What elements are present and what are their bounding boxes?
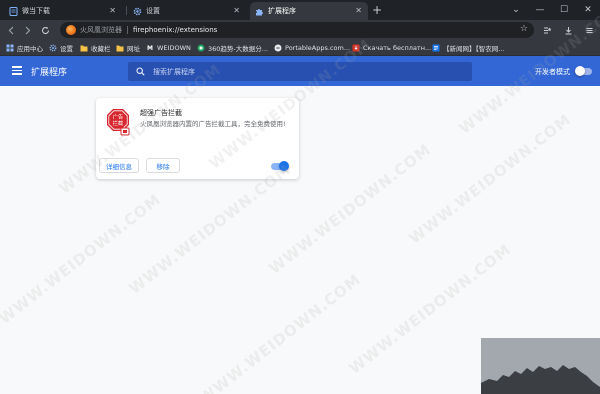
tab-title: 设置 [146,7,160,15]
bookmarks-list-icon[interactable] [540,22,554,38]
address-bar[interactable]: 火风凰浏览器 firephoenix://extensions ☆ [60,22,534,38]
weidown-logo-icon: M [147,44,153,52]
extension-description: 火凤凰浏览器内置的广告拦截工具，完全免费使用! [140,120,286,128]
reload-icon[interactable] [38,22,52,38]
bookmarks-bar: 应用中心 设置 收藏栏 网址 M WEIDOWN 360趋势-大数据分... P… [0,40,600,56]
extension-enable-toggle[interactable] [271,161,289,171]
bookmark-label: 网址 [127,45,140,53]
trend-icon [197,44,205,52]
toggle-knob [575,66,585,76]
bookmark-label: PortableApps.com... [285,44,351,52]
tab-separator [126,6,127,15]
search-box[interactable] [128,62,472,81]
extensions-header: 扩展程序 开发者模式 [0,56,600,86]
bookmark-label: 设置 [60,45,73,53]
extension-name: 超强广告拦截 [140,109,182,117]
bookmark-star-icon[interactable]: ☆ [520,24,528,34]
close-window-icon[interactable]: ✕ [576,0,600,20]
tab-settings[interactable]: 设置 ✕ [128,2,246,20]
details-button[interactable]: 详细信息 [99,158,139,173]
extension-actions: 详细信息 移除 [96,155,299,179]
download-icon[interactable] [561,22,575,38]
minimize-icon[interactable]: — [528,0,552,20]
new-tab-icon[interactable]: + [372,3,382,17]
address-separator [127,26,128,34]
gear-icon [133,7,142,16]
menu-icon[interactable] [582,22,596,38]
puzzle-icon [255,7,264,16]
back-icon[interactable] [4,22,18,38]
bookmark-label: 360趋势-大数据分... [208,45,268,53]
bookmark-news[interactable]: 【新闻网】【智农网... [432,42,504,54]
bookmark-settings[interactable]: 设置 [49,42,73,54]
tab-close-icon[interactable]: ✕ [355,6,362,15]
extension-card: 广告 拦截 超强广告拦截 火凤凰浏览器内置的广告拦截工具，完全免费使用! 详细信… [96,98,299,179]
tab-close-icon[interactable]: ✕ [233,6,240,15]
folder-icon [80,44,88,52]
bookmark-label: 【新闻网】【智农网... [443,45,505,53]
portableapps-icon [274,44,282,52]
tab-extensions[interactable]: 扩展程序 ✕ [250,2,368,20]
thumbnail-image [481,338,600,394]
ad-block-extension-icon: 广告 拦截 [106,108,130,136]
bookmark-label: Скачать бесплатн... [363,44,432,52]
tab-search-icon[interactable]: ⌄ [504,0,528,20]
bookmark-folder-sites[interactable]: 网址 [116,42,140,54]
apps-grid-icon [6,44,14,52]
toggle-knob [279,161,289,171]
bookmark-label: 收藏栏 [91,45,111,53]
toolbar: 火风凰浏览器 firephoenix://extensions ☆ [0,20,600,40]
remove-button[interactable]: 移除 [146,158,180,173]
forward-icon[interactable] [20,22,34,38]
bookmark-portableapps[interactable]: PortableApps.com... [274,42,350,54]
bookmark-download-ru[interactable]: Скачать бесплатн... [352,42,431,54]
document-icon [9,6,18,16]
bookmark-label: 应用中心 [17,45,43,53]
folder-icon [116,44,124,52]
tab-title: 扩展程序 [268,7,296,15]
tab-title: 微当下载 [22,7,50,15]
icon-text-line2: 拦截 [113,119,123,127]
developer-mode-toggle[interactable] [575,66,592,76]
search-icon [136,67,145,76]
url-text[interactable]: firephoenix://extensions [133,26,217,34]
icon-text-line1: 广告 [113,113,123,121]
site-label: 火风凰浏览器 [80,26,122,34]
tab-close-icon[interactable]: ✕ [109,6,116,15]
download-icon [352,44,360,52]
bookmark-weidown[interactable]: M WEIDOWN [146,42,191,54]
tab-strip: 微当下载 ✕ 设置 ✕ 扩展程序 ✕ + ⌄ — ☐ ✕ [0,0,600,20]
bookmark-apps[interactable]: 应用中心 [6,42,43,54]
bookmark-360-trend[interactable]: 360趋势-大数据分... [197,42,268,54]
gear-icon [49,44,57,52]
maximize-icon[interactable]: ☐ [552,0,576,20]
news-icon [432,44,440,52]
page-title: 扩展程序 [31,68,68,78]
developer-mode-label: 开发者模式 [535,68,570,76]
bookmark-label: WEIDOWN [157,44,191,52]
hamburger-menu-icon[interactable] [12,66,22,75]
search-input[interactable] [153,67,453,76]
preview-thumbnail [481,338,600,394]
firephoenix-logo-icon [66,25,76,35]
bookmark-folder-favorites[interactable]: 收藏栏 [80,42,111,54]
tab-weidown[interactable]: 微当下载 ✕ [4,2,122,20]
